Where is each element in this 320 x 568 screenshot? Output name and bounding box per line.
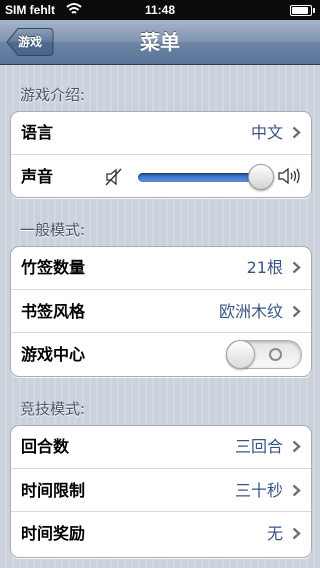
row-game-center: 游戏中心 bbox=[11, 332, 311, 375]
row-value: 三回合 bbox=[234, 437, 283, 456]
row-label: 时间奖励 bbox=[21, 524, 86, 543]
row-value: 三十秒 bbox=[234, 481, 283, 500]
row-label: 时间限制 bbox=[21, 481, 86, 500]
back-button-label: 游戏 bbox=[18, 35, 43, 49]
speaker-mute-icon bbox=[105, 168, 122, 186]
row-language[interactable]: 语言 中文 bbox=[11, 112, 311, 154]
section-header-competitive: 竞技模式: bbox=[20, 400, 86, 418]
section-header-general: 一般模式: bbox=[20, 221, 86, 239]
chevron-right-icon bbox=[292, 305, 301, 318]
section-header-intro: 游戏介绍: bbox=[20, 86, 86, 104]
group-intro: 语言 中文 声音 bbox=[10, 111, 312, 198]
chevron-right-icon bbox=[292, 126, 301, 139]
toggle-knob bbox=[226, 340, 255, 369]
volume-slider-track[interactable] bbox=[138, 173, 266, 182]
toggle-off-icon bbox=[269, 348, 282, 361]
row-label: 游戏中心 bbox=[21, 345, 86, 364]
chevron-right-icon bbox=[292, 484, 301, 497]
chevron-right-icon bbox=[292, 440, 301, 453]
nav-bar: 菜单 游戏 bbox=[0, 20, 320, 65]
group-general: 竹签数量 21根 书签风格 欧洲木纹 游戏中心 bbox=[10, 246, 312, 377]
row-label: 回合数 bbox=[21, 437, 70, 456]
row-value: 无 bbox=[266, 524, 283, 543]
battery-icon bbox=[290, 5, 315, 16]
row-sound: 声音 bbox=[11, 154, 311, 197]
row-label: 竹签数量 bbox=[21, 258, 86, 277]
chevron-right-icon bbox=[292, 527, 301, 540]
row-time-limit[interactable]: 时间限制 三十秒 bbox=[11, 468, 311, 511]
group-competitive: 回合数 三回合 时间限制 三十秒 时间奖励 无 bbox=[10, 425, 312, 558]
row-label: 声音 bbox=[21, 167, 54, 186]
row-value: 21根 bbox=[246, 258, 283, 277]
status-time: 11:48 bbox=[144, 3, 176, 17]
speaker-loud-icon bbox=[278, 167, 300, 185]
row-stick-count[interactable]: 竹签数量 21根 bbox=[11, 247, 311, 289]
row-label: 语言 bbox=[21, 123, 54, 142]
status-bar: SIM fehlt 11:48 bbox=[0, 0, 320, 20]
volume-slider-knob[interactable] bbox=[247, 164, 274, 190]
chevron-right-icon bbox=[292, 261, 301, 274]
game-center-toggle[interactable] bbox=[226, 340, 302, 369]
row-rounds[interactable]: 回合数 三回合 bbox=[11, 426, 311, 468]
row-time-bonus[interactable]: 时间奖励 无 bbox=[11, 511, 311, 554]
row-value: 欧洲木纹 bbox=[218, 302, 283, 321]
row-value: 中文 bbox=[250, 123, 283, 142]
row-stick-style[interactable]: 书签风格 欧洲木纹 bbox=[11, 289, 311, 332]
back-button[interactable]: 游戏 bbox=[6, 27, 54, 57]
row-label: 书签风格 bbox=[21, 302, 86, 321]
